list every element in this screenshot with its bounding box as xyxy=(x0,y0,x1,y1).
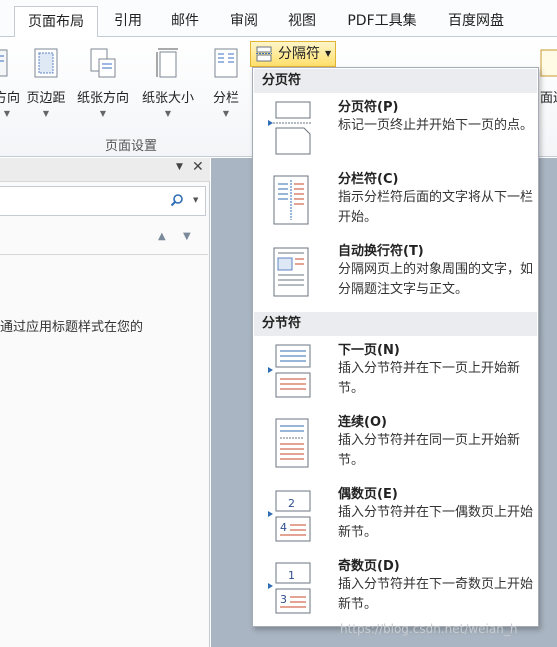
chevron-down-icon: ▼ xyxy=(42,109,50,118)
column-break-icon xyxy=(268,170,314,230)
tab-review[interactable]: 审阅 xyxy=(222,6,266,38)
menu-item-description: 插入分节符并在下一奇数页上开始新节。 xyxy=(338,577,534,612)
text-direction-button[interactable]: 方向 ▼ xyxy=(0,47,22,118)
page-size-icon xyxy=(154,47,182,79)
menu-item-title: 连续(O) xyxy=(338,415,387,430)
menu-item-description: 插入分节符并在下一偶数页上开始新节。 xyxy=(338,505,534,540)
menu-item-odd-page[interactable]: 13 奇数页(D) 插入分节符并在下一奇数页上开始新节。 xyxy=(254,553,537,623)
breaks-button[interactable]: 分隔符 ▼ xyxy=(250,41,336,67)
next-page-section-icon xyxy=(268,341,314,401)
text-direction-icon xyxy=(0,47,21,79)
tab-baidu-netdisk[interactable]: 百度网盘 xyxy=(440,6,512,38)
chevron-down-icon: ▼ xyxy=(222,109,230,118)
section-header-page-breaks: 分页符 xyxy=(254,69,537,93)
section-header-section-breaks: 分节符 xyxy=(254,312,537,336)
menu-item-continuous[interactable]: 连续(O) 插入分节符并在同一页上开始新节。 xyxy=(254,409,537,479)
even-page-section-icon: 24 xyxy=(268,485,314,545)
menu-item-description: 标记一页终止并开始下一页的点。 xyxy=(338,118,534,133)
page-borders-icon xyxy=(539,47,557,79)
menu-item-title: 下一页(N) xyxy=(338,343,400,358)
menu-item-title: 自动换行符(T) xyxy=(338,244,424,259)
continuous-section-icon xyxy=(268,413,314,473)
columns-label: 分栏 xyxy=(212,91,239,106)
breaks-label: 分隔符 xyxy=(278,46,320,62)
tab-pdf-tools[interactable]: PDF工具集 xyxy=(338,6,426,38)
text-direction-label: 方向 xyxy=(0,91,20,106)
navigation-pane-header: ▼ ✕ xyxy=(0,158,210,182)
close-icon[interactable]: ✕ xyxy=(192,159,204,175)
svg-text:3: 3 xyxy=(280,593,287,606)
margins-label: 页边距 xyxy=(26,91,66,106)
columns-button[interactable]: 分栏 ▼ xyxy=(209,47,243,118)
page-setup-group-label: 页面设置 xyxy=(105,139,158,154)
chevron-down-icon[interactable]: ▼ xyxy=(193,196,198,204)
menu-item-next-page[interactable]: 下一页(N) 插入分节符并在下一页上开始新节。 xyxy=(254,337,537,407)
breaks-dropdown-menu: 分页符 分页符(P) 标记一页终止并开始下一页的点。 分栏符(C) 指示分栏符后… xyxy=(252,67,539,627)
chevron-down-icon: ▼ xyxy=(99,109,107,118)
page-break-icon xyxy=(268,98,314,158)
tab-view[interactable]: 视图 xyxy=(280,6,324,38)
margins-icon xyxy=(32,47,60,79)
search-icon[interactable] xyxy=(170,193,184,211)
orientation-label: 纸张方向 xyxy=(76,91,129,106)
menu-item-even-page[interactable]: 24 偶数页(E) 插入分节符并在下一偶数页上开始新节。 xyxy=(254,481,537,551)
text-wrapping-break-icon xyxy=(268,242,314,302)
previous-result-icon[interactable]: ▲ xyxy=(158,231,166,242)
menu-item-title: 分页符(P) xyxy=(338,100,399,115)
menu-item-title: 偶数页(E) xyxy=(338,487,398,502)
margins-button[interactable]: 页边距 ▼ xyxy=(23,47,69,118)
navigation-hint-text: 通过应用标题样式在您的 xyxy=(0,320,144,335)
orientation-button[interactable]: 纸张方向 ▼ xyxy=(73,47,133,118)
page-border-button[interactable]: 面边 xyxy=(538,47,557,106)
tab-references[interactable]: 引用 xyxy=(106,6,150,38)
menu-item-title: 奇数页(D) xyxy=(338,559,400,574)
menu-item-page-break[interactable]: 分页符(P) 标记一页终止并开始下一页的点。 xyxy=(254,94,537,164)
menu-item-text-wrapping[interactable]: 自动换行符(T) 分隔网页上的对象周围的文字，如分隔题注文字与正文。 xyxy=(254,238,537,308)
tab-mailings[interactable]: 邮件 xyxy=(163,6,207,38)
divider xyxy=(0,254,208,255)
menu-item-description: 插入分节符并在同一页上开始新节。 xyxy=(338,433,521,468)
chevron-down-icon: ▼ xyxy=(3,109,11,118)
svg-text:2: 2 xyxy=(288,497,295,510)
menu-item-description: 插入分节符并在下一页上开始新节。 xyxy=(338,361,521,396)
svg-text:1: 1 xyxy=(288,569,295,582)
chevron-down-icon: ▼ xyxy=(325,49,332,58)
watermark-text: https://blog.csdn.net/weian_h xyxy=(340,622,518,636)
columns-icon xyxy=(212,47,240,79)
menu-item-title: 分栏符(C) xyxy=(338,172,399,187)
orientation-icon xyxy=(89,47,117,79)
ribbon-tab-strip: 页面布局 引用 邮件 审阅 视图 PDF工具集 百度网盘 xyxy=(0,0,557,38)
odd-page-section-icon: 13 xyxy=(268,557,314,617)
page-border-label: 面边 xyxy=(539,91,557,106)
menu-item-description: 分隔网页上的对象周围的文字，如分隔题注文字与正文。 xyxy=(338,262,534,297)
menu-item-column-break[interactable]: 分栏符(C) 指示分栏符后面的文字将从下一栏开始。 xyxy=(254,166,537,236)
svg-text:4: 4 xyxy=(280,521,287,534)
navigation-pane: ▼ ✕ ▼ ▲ ▼ 通过应用标题样式在您的 xyxy=(0,158,210,647)
chevron-down-icon: ▼ xyxy=(164,109,172,118)
navigation-search-box: ▼ xyxy=(0,186,206,216)
tab-page-layout[interactable]: 页面布局 xyxy=(14,6,98,38)
size-button[interactable]: 纸张大小 ▼ xyxy=(137,47,199,118)
search-input[interactable] xyxy=(0,187,160,215)
next-result-icon[interactable]: ▼ xyxy=(183,231,191,242)
pane-options-icon[interactable]: ▼ xyxy=(176,162,183,172)
menu-item-description: 指示分栏符后面的文字将从下一栏开始。 xyxy=(338,190,534,225)
size-label: 纸张大小 xyxy=(141,91,194,106)
